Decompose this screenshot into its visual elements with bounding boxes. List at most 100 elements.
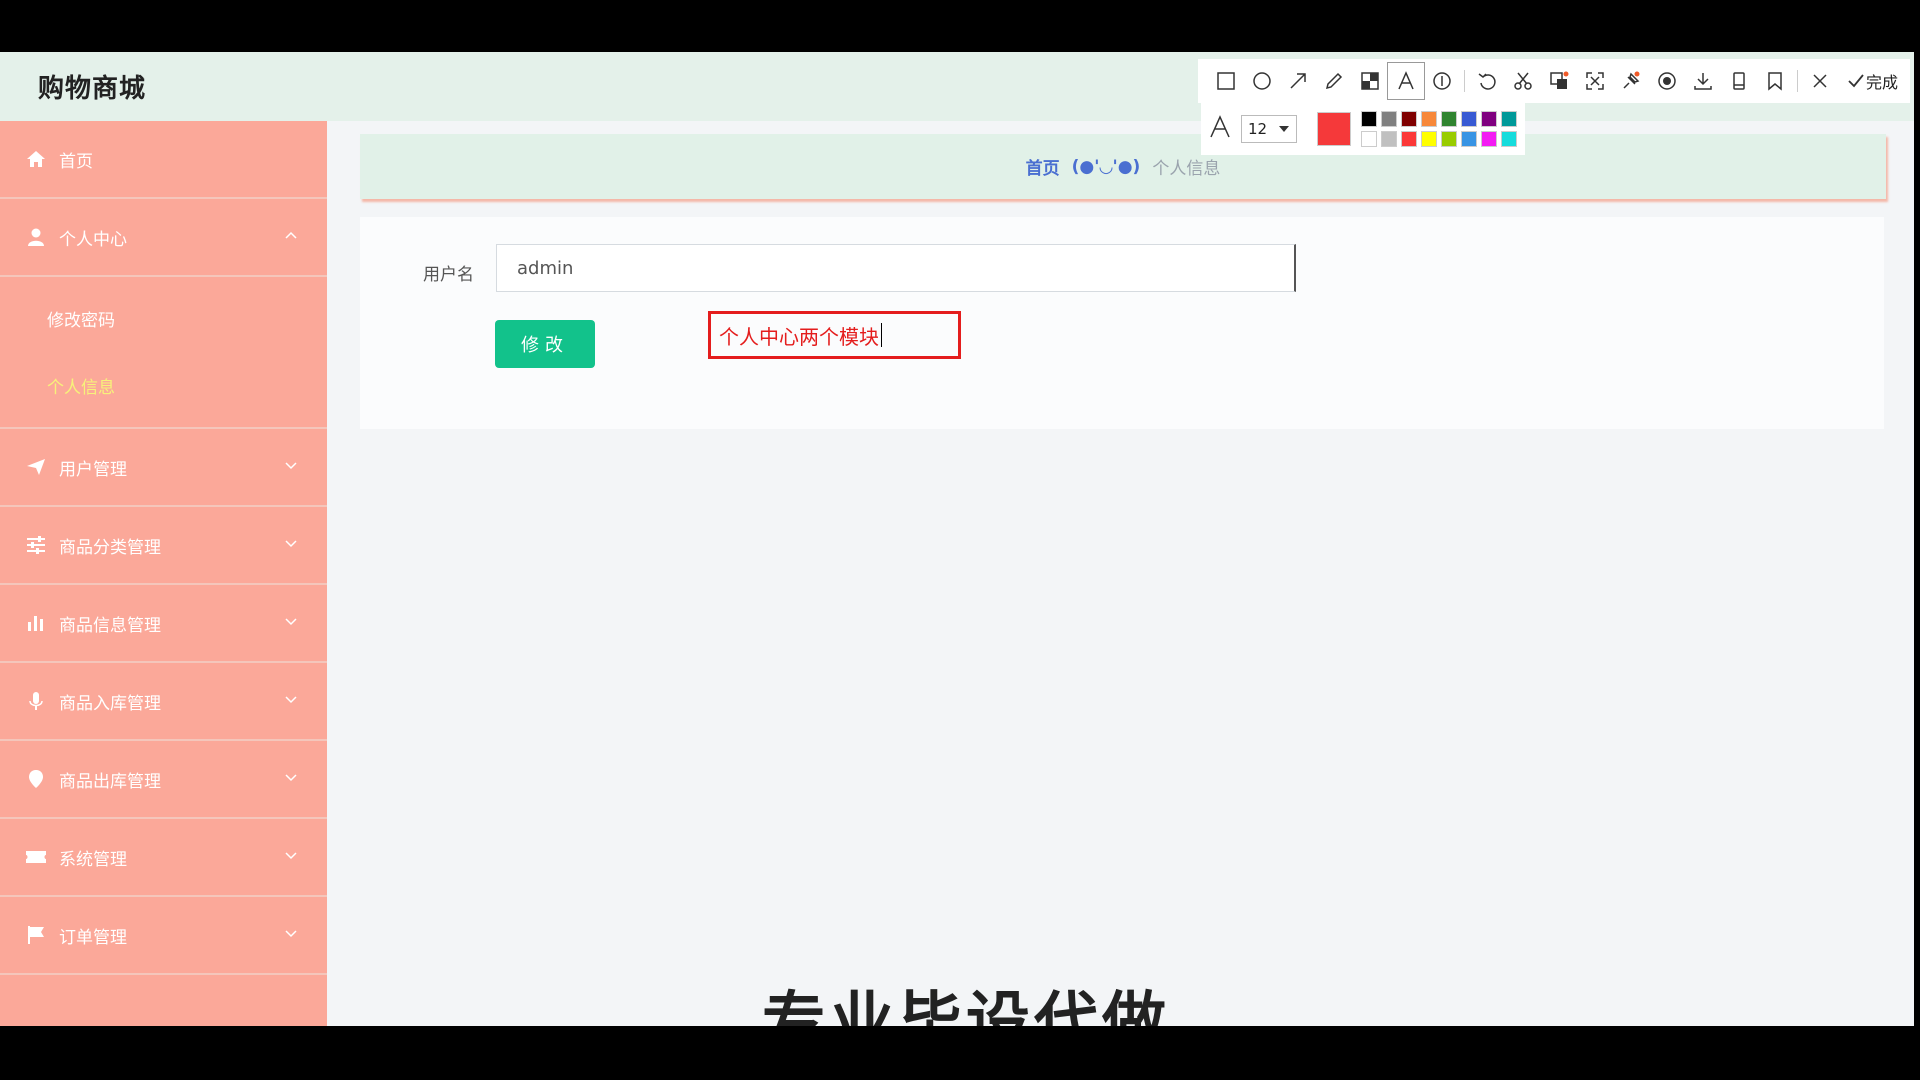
sidebar-item-order-management[interactable]: 订单管理 bbox=[0, 897, 327, 975]
sidebar-item-home[interactable]: 首页 bbox=[0, 121, 327, 199]
ticket-icon bbox=[25, 846, 47, 868]
rectangle-tool-icon[interactable] bbox=[1208, 63, 1244, 99]
ellipse-tool-icon[interactable] bbox=[1244, 63, 1280, 99]
chevron-up-icon bbox=[285, 231, 297, 239]
chevron-down-icon bbox=[285, 618, 297, 626]
user-icon bbox=[25, 226, 47, 248]
breadcrumb-separator: (●'◡'●) bbox=[1071, 156, 1141, 177]
translate-icon[interactable] bbox=[1541, 63, 1577, 99]
sidebar-item-label: 用户管理 bbox=[59, 459, 127, 480]
paper-plane-icon bbox=[25, 456, 47, 478]
screenshot-toolbar: 完成 bbox=[1198, 59, 1910, 103]
chevron-down-icon bbox=[285, 462, 297, 470]
chevron-down-icon bbox=[285, 696, 297, 704]
color-swatch[interactable] bbox=[1441, 111, 1457, 127]
color-swatch[interactable] bbox=[1401, 131, 1417, 147]
bar-chart-icon bbox=[25, 612, 47, 634]
sidebar-item-label: 个人中心 bbox=[59, 229, 127, 250]
undo-icon[interactable] bbox=[1469, 63, 1505, 99]
download-icon[interactable] bbox=[1685, 63, 1721, 99]
sidebar: 首页 个人中心 修改密码 个人信息 用户管理 商品分类管理 商品信息管理 商品入… bbox=[0, 121, 327, 1026]
sidebar-item-label: 订单管理 bbox=[59, 927, 127, 948]
done-button[interactable]: 完成 bbox=[1846, 69, 1898, 93]
sidebar-item-label: 商品入库管理 bbox=[59, 693, 161, 714]
sidebar-subitem-change-password[interactable]: 修改密码 bbox=[0, 285, 327, 352]
microphone-icon bbox=[25, 690, 47, 712]
chevron-down-icon bbox=[285, 852, 297, 860]
breadcrumb: 首页 (●'◡'●) 个人信息 bbox=[360, 134, 1886, 199]
close-icon[interactable] bbox=[1802, 63, 1838, 99]
sidebar-item-personal-center[interactable]: 个人中心 bbox=[0, 199, 327, 277]
color-swatch[interactable] bbox=[1401, 111, 1417, 127]
sidebar-item-system-management[interactable]: 系统管理 bbox=[0, 819, 327, 897]
check-icon bbox=[1848, 74, 1864, 88]
crop-icon[interactable] bbox=[1505, 63, 1541, 99]
sidebar-item-stock-in-management[interactable]: 商品入库管理 bbox=[0, 663, 327, 741]
pin-icon[interactable] bbox=[1613, 63, 1649, 99]
color-swatch[interactable] bbox=[1421, 111, 1437, 127]
color-swatch[interactable] bbox=[1481, 131, 1497, 147]
screenshot-text-annotation[interactable]: 个人中心两个模块 bbox=[708, 311, 961, 359]
breadcrumb-current: 个人信息 bbox=[1152, 159, 1221, 179]
home-icon bbox=[25, 148, 47, 170]
sidebar-item-category-management[interactable]: 商品分类管理 bbox=[0, 507, 327, 585]
brand-title: 购物商城 bbox=[38, 74, 147, 104]
number-marker-tool-icon[interactable] bbox=[1424, 63, 1460, 99]
annotation-text: 个人中心两个模块 bbox=[719, 324, 879, 349]
toolbar-divider bbox=[1464, 70, 1465, 92]
color-swatch[interactable] bbox=[1441, 131, 1457, 147]
screen-edge bbox=[1914, 52, 1920, 1026]
username-label: 用户名 bbox=[423, 265, 474, 285]
sidebar-item-user-management[interactable]: 用户管理 bbox=[0, 429, 327, 507]
chevron-down-icon bbox=[285, 540, 297, 548]
profile-form-card: 用户名 修改 个人中心两个模块 bbox=[360, 217, 1884, 429]
sidebar-item-label: 系统管理 bbox=[59, 849, 127, 870]
record-icon[interactable] bbox=[1649, 63, 1685, 99]
main-content: 首页 (●'◡'●) 个人信息 用户名 修改 个人中心两个模块 专业毕设代做 bbox=[327, 121, 1914, 1026]
font-size-select[interactable]: 12 bbox=[1241, 115, 1297, 143]
save-device-icon[interactable] bbox=[1721, 63, 1757, 99]
sidebar-item-label: 首页 bbox=[59, 151, 93, 172]
sidebar-item-label: 商品出库管理 bbox=[59, 771, 161, 792]
text-style-bar: 12 bbox=[1201, 103, 1525, 155]
expand-capture-icon[interactable] bbox=[1577, 63, 1613, 99]
bookmark-icon[interactable] bbox=[1757, 63, 1793, 99]
color-swatch[interactable] bbox=[1381, 131, 1397, 147]
modify-button[interactable]: 修改 bbox=[495, 320, 595, 368]
flag-icon bbox=[25, 924, 47, 946]
sidebar-subitem-personal-info[interactable]: 个人信息 bbox=[0, 352, 327, 419]
color-swatch[interactable] bbox=[1481, 111, 1497, 127]
app-window: 购物商城 首页 个人中心 修改密码 个人信息 用户管理 商品分类管理 商品信息管… bbox=[0, 52, 1914, 1026]
color-swatch[interactable] bbox=[1381, 111, 1397, 127]
pencil-tool-icon[interactable] bbox=[1316, 63, 1352, 99]
mosaic-tool-icon[interactable] bbox=[1352, 63, 1388, 99]
breadcrumb-home[interactable]: 首页 bbox=[1026, 154, 1060, 179]
color-swatch[interactable] bbox=[1461, 131, 1477, 147]
sidebar-item-label: 商品信息管理 bbox=[59, 615, 161, 636]
username-input[interactable] bbox=[496, 244, 1296, 292]
color-swatch[interactable] bbox=[1421, 131, 1437, 147]
color-swatch[interactable] bbox=[1361, 131, 1377, 147]
text-caret bbox=[881, 323, 882, 347]
current-color-swatch[interactable] bbox=[1317, 112, 1351, 146]
color-palette bbox=[1361, 111, 1517, 147]
color-swatch[interactable] bbox=[1361, 111, 1377, 127]
text-tool-icon[interactable] bbox=[1387, 62, 1425, 100]
toolbar-divider bbox=[1797, 70, 1798, 92]
personal-center-submenu: 修改密码 个人信息 bbox=[0, 277, 327, 429]
watermark-overlay: 专业毕设代做 bbox=[762, 986, 1170, 1026]
sidebar-item-label: 商品分类管理 bbox=[59, 537, 161, 558]
color-swatch[interactable] bbox=[1501, 131, 1517, 147]
color-swatch[interactable] bbox=[1461, 111, 1477, 127]
chevron-down-icon bbox=[1279, 126, 1289, 132]
color-swatch[interactable] bbox=[1501, 111, 1517, 127]
location-pin-icon bbox=[25, 768, 47, 790]
font-size-icon bbox=[1207, 114, 1233, 144]
sidebar-item-stock-out-management[interactable]: 商品出库管理 bbox=[0, 741, 327, 819]
sidebar-item-product-info-management[interactable]: 商品信息管理 bbox=[0, 585, 327, 663]
font-size-value: 12 bbox=[1248, 120, 1268, 138]
chevron-down-icon bbox=[285, 930, 297, 938]
arrow-tool-icon[interactable] bbox=[1280, 63, 1316, 99]
sliders-icon bbox=[25, 534, 47, 556]
chevron-down-icon bbox=[285, 774, 297, 782]
